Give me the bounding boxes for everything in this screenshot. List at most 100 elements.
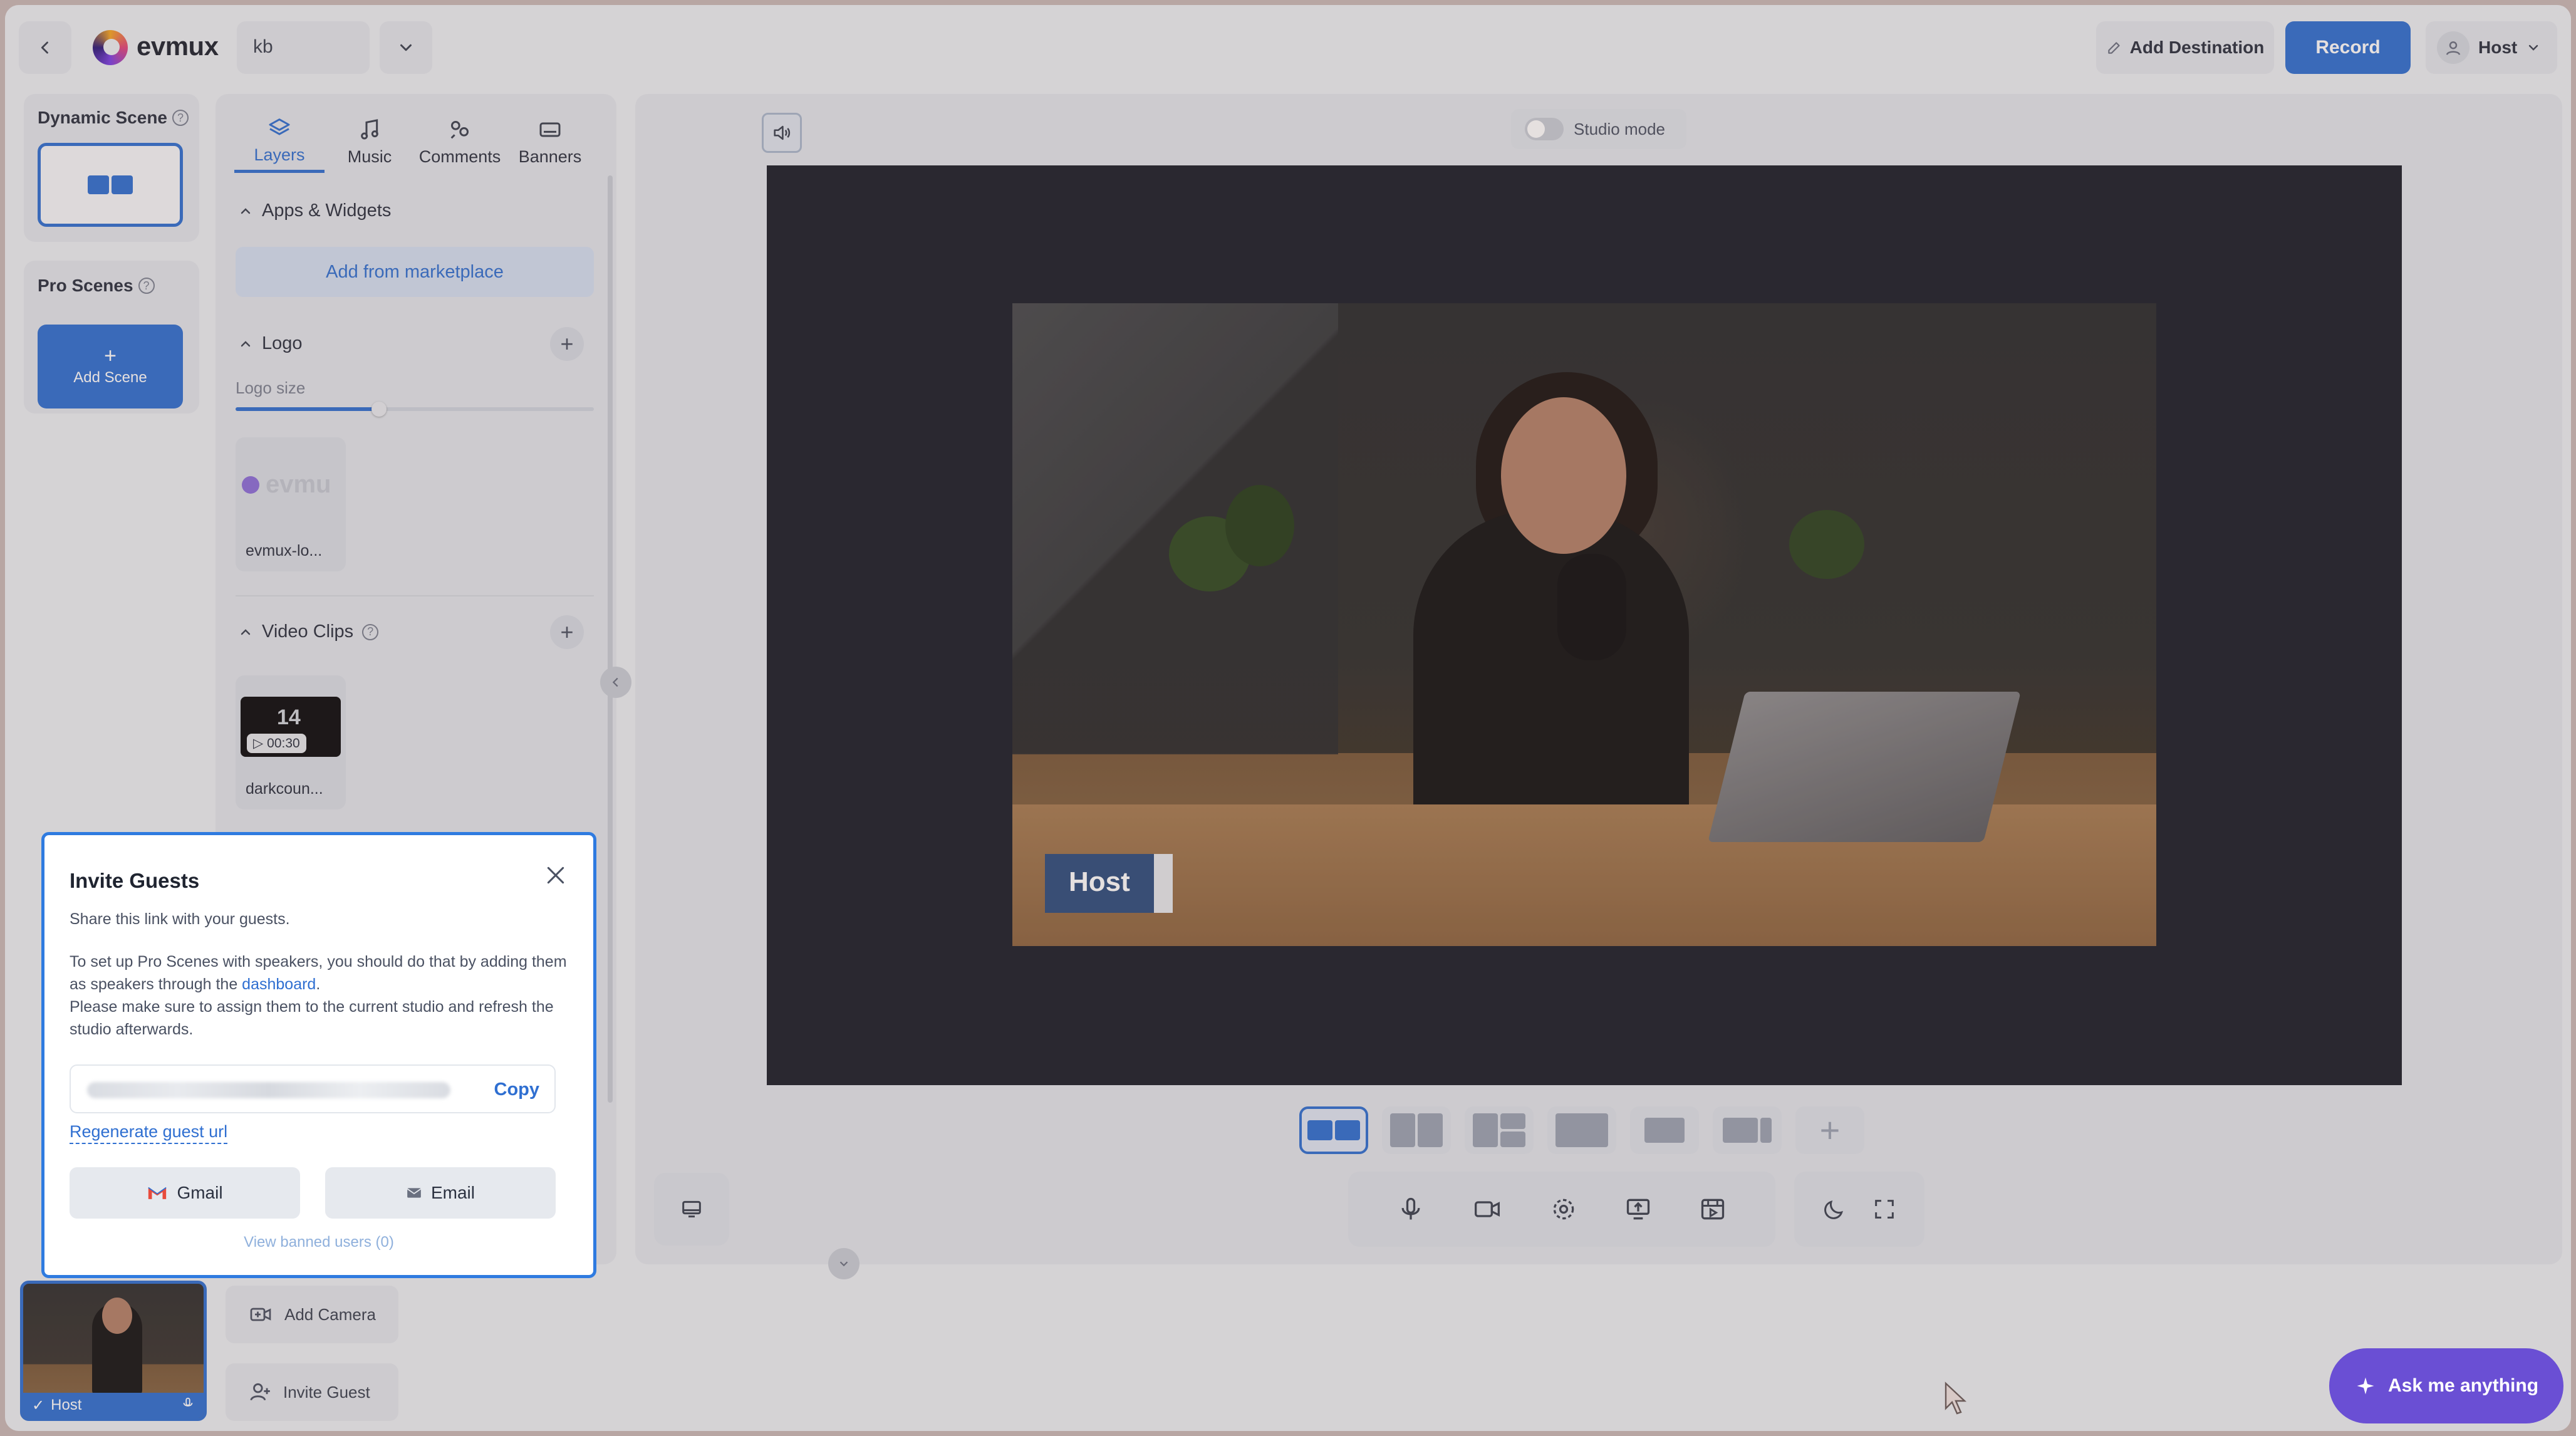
camera-icon[interactable] <box>1472 1195 1503 1223</box>
studio-name-field[interactable]: kb <box>237 21 370 74</box>
panel-scrollbar[interactable] <box>608 175 613 1103</box>
help-icon[interactable]: ? <box>362 623 379 640</box>
check-icon: ✓ <box>32 1397 45 1414</box>
instructions-period: . <box>316 976 321 993</box>
studio-dropdown-button[interactable] <box>380 21 432 74</box>
expand-tray-button[interactable] <box>828 1248 860 1279</box>
close-icon[interactable] <box>543 863 568 888</box>
user-menu[interactable]: Host <box>2426 21 2557 74</box>
add-layout-button[interactable]: + <box>1795 1106 1864 1154</box>
chevron-up-icon <box>238 336 253 351</box>
media-clip-icon[interactable] <box>1699 1195 1727 1223</box>
video-clips-label: Video Clips <box>262 622 354 642</box>
host-name-text: Host <box>1045 854 1154 913</box>
logo-size-slider[interactable] <box>236 402 594 417</box>
layout-grid-button[interactable] <box>1465 1106 1534 1154</box>
video-duration: 00:30 <box>267 736 300 751</box>
studio-mode-toggle[interactable]: Studio mode <box>1511 109 1686 149</box>
studio-window: evmux kb Add Destination Record Host Dyn… <box>5 5 2571 1431</box>
add-from-marketplace-button[interactable]: Add from marketplace <box>236 247 594 297</box>
chevron-up-icon <box>238 625 253 640</box>
dynamic-scene-thumbnail[interactable] <box>38 143 183 227</box>
dialog-title: Invite Guests <box>70 869 200 892</box>
monitor-button[interactable] <box>654 1173 729 1246</box>
screen-share-icon[interactable] <box>1624 1195 1652 1223</box>
studio-mode-switch[interactable] <box>1525 118 1564 140</box>
back-button[interactable] <box>19 21 71 74</box>
logo-size-slider-handle[interactable] <box>371 402 387 417</box>
user-plus-icon <box>248 1380 272 1404</box>
logo-asset-name: evmux-lo... <box>246 542 323 559</box>
fullscreen-icon[interactable] <box>1872 1197 1897 1222</box>
evmux-logo-icon <box>93 30 128 65</box>
host-video-feed[interactable] <box>1012 303 2156 946</box>
host-tile-name: Host <box>51 1397 82 1413</box>
music-note-icon <box>357 117 382 142</box>
plus-icon: + <box>104 344 117 368</box>
add-camera-button[interactable]: Add Camera <box>226 1286 398 1343</box>
top-bar: evmux kb Add Destination Record Host <box>5 5 2571 86</box>
layers-icon <box>267 115 292 140</box>
apps-widgets-header[interactable]: Apps & Widgets <box>238 200 391 221</box>
logo-asset-card[interactable]: evmu evmux-lo... <box>236 437 346 571</box>
microphone-icon[interactable] <box>1397 1195 1425 1223</box>
invite-guest-button[interactable]: Invite Guest <box>226 1363 398 1421</box>
chevron-down-icon <box>2526 40 2541 55</box>
host-participant-tile[interactable]: ✓ Host <box>20 1281 207 1421</box>
layout-split-button[interactable] <box>1382 1106 1451 1154</box>
add-scene-label: Add Scene <box>73 369 147 386</box>
video-duration-badge: ▷ 00:30 <box>247 734 306 753</box>
add-camera-label: Add Camera <box>284 1304 376 1324</box>
email-share-button[interactable]: Email <box>325 1167 556 1219</box>
email-label: Email <box>430 1183 475 1202</box>
video-clip-thumbnail: 14 ▷ 00:30 <box>241 697 341 757</box>
video-clip-card[interactable]: 14 ▷ 00:30 darkcoun... <box>236 675 346 809</box>
apps-widgets-label: Apps & Widgets <box>262 200 392 221</box>
instructions-text-2: Please make sure to assign them to the c… <box>70 998 554 1038</box>
gmail-label: Gmail <box>177 1183 223 1202</box>
stage-audio-button[interactable] <box>762 113 802 153</box>
guest-url-redacted <box>87 1082 450 1098</box>
add-logo-button[interactable]: + <box>550 327 584 361</box>
regenerate-guest-url-link[interactable]: Regenerate guest url <box>70 1122 228 1144</box>
video-clips-header[interactable]: Video Clips ? <box>238 622 379 642</box>
gear-icon[interactable] <box>1550 1195 1577 1223</box>
add-destination-button[interactable]: Add Destination <box>2096 21 2274 74</box>
gmail-share-button[interactable]: Gmail <box>70 1167 300 1219</box>
record-button[interactable]: Record <box>2285 21 2411 74</box>
layout-pip-button[interactable] <box>1547 1106 1616 1154</box>
tab-music-label: Music <box>347 147 392 166</box>
chevron-down-icon <box>837 1257 851 1271</box>
tab-music[interactable]: Music <box>325 110 415 173</box>
ask-me-anything-button[interactable]: Ask me anything <box>2329 1348 2563 1423</box>
logo-size-label: Logo size <box>236 378 306 397</box>
collapse-panel-button[interactable] <box>600 667 631 698</box>
layout-side-by-side-button[interactable] <box>1299 1106 1368 1154</box>
logo-header[interactable]: Logo <box>238 333 303 354</box>
guest-url-field[interactable]: Copy <box>70 1064 556 1113</box>
dashboard-link[interactable]: dashboard <box>242 976 316 993</box>
microphone-icon[interactable] <box>181 1397 195 1415</box>
layout-presenter-button[interactable] <box>1630 1106 1699 1154</box>
tab-layers-label: Layers <box>254 145 305 164</box>
host-name-overlay: Host <box>1045 854 1173 913</box>
host-tile-footer: ✓ Host <box>23 1393 204 1418</box>
layout-sidebar-button[interactable] <box>1713 1106 1782 1154</box>
pencil-icon <box>2106 39 2122 56</box>
camera-plus-icon <box>248 1303 273 1326</box>
add-video-clip-button[interactable]: + <box>550 615 584 649</box>
help-icon[interactable]: ? <box>172 110 189 126</box>
layout-selector: + <box>1299 1106 1864 1154</box>
tab-layers[interactable]: Layers <box>234 110 325 173</box>
tab-comments[interactable]: Comments <box>415 110 505 173</box>
moon-icon[interactable] <box>1822 1197 1847 1222</box>
sparkle-icon <box>2354 1375 2377 1397</box>
tab-banners[interactable]: Banners <box>505 110 595 173</box>
invite-guest-label: Invite Guest <box>283 1382 370 1402</box>
logo-section-label: Logo <box>262 333 303 353</box>
media-controls <box>1348 1172 1775 1247</box>
help-icon[interactable]: ? <box>138 278 155 294</box>
add-scene-button[interactable]: + Add Scene <box>38 325 183 408</box>
copy-button[interactable]: Copy <box>494 1080 540 1100</box>
view-banned-users-link[interactable]: View banned users (0) <box>44 1234 593 1251</box>
